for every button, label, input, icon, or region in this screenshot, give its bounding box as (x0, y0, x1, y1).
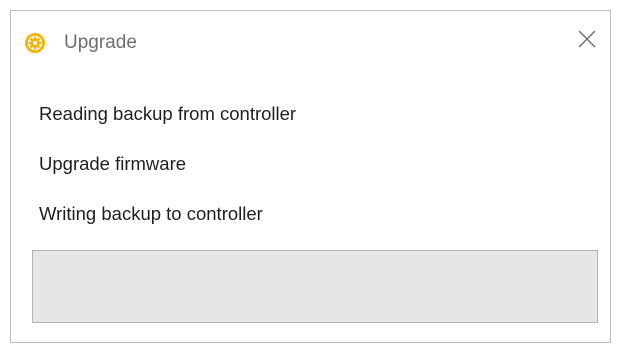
gear-icon (24, 32, 46, 54)
step-upgrade-firmware: Upgrade firmware (39, 153, 187, 174)
title-bar: Upgrade (11, 11, 610, 71)
progress-bar (32, 250, 598, 323)
upgrade-steps-list: Reading backup from controller Upgrade f… (39, 101, 296, 251)
step-reading-backup: Reading backup from controller (39, 103, 297, 124)
upgrade-dialog: Upgrade Reading backup from controller U… (10, 10, 611, 343)
step-writing-backup: Writing backup to controller (39, 203, 263, 224)
window-title: Upgrade (64, 32, 137, 53)
close-icon[interactable] (576, 28, 598, 50)
